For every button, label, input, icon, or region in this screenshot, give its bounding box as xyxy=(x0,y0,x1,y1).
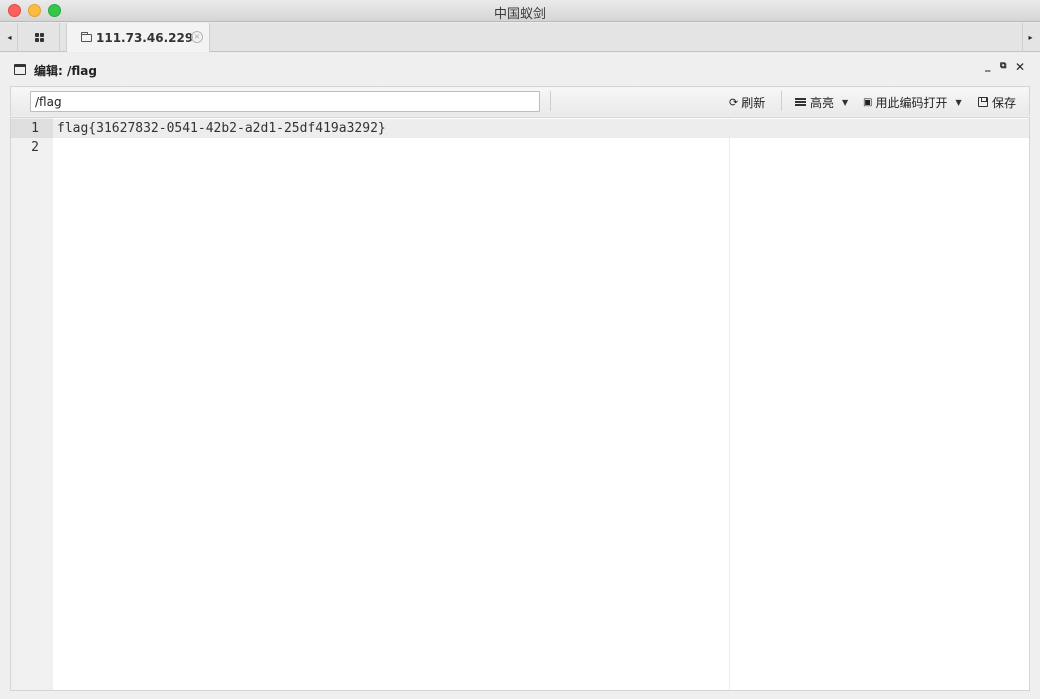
toolbar-divider xyxy=(781,91,782,111)
print-margin xyxy=(729,118,730,690)
save-button[interactable]: 保存 xyxy=(978,94,1016,110)
line-number: 1 xyxy=(11,119,53,138)
folder-icon xyxy=(81,32,92,42)
tab-scroll-right-button[interactable]: ▸ xyxy=(1022,23,1038,52)
window-titlebar: 中国蚁剑 xyxy=(0,0,1040,22)
editor-toolbar: ⟳ 刷新 高亮 ▼ ▣ 用此编码打开 ▼ 保存 xyxy=(10,86,1030,116)
refresh-label: 刷新 xyxy=(741,95,766,110)
highlight-label: 高亮 xyxy=(810,95,835,110)
code-line[interactable]: 2 xyxy=(11,138,1029,157)
encoding-icon: ▣ xyxy=(863,96,873,108)
tab-host-label: 111.73.46.229 xyxy=(96,30,194,45)
editor-panel-header: 编辑: /flag _ ⧉ ✕ xyxy=(0,53,1040,85)
panel-close-button[interactable]: ✕ xyxy=(1015,60,1025,74)
chevron-down-icon: ▼ xyxy=(955,97,962,107)
highlight-button[interactable]: 高亮 ▼ xyxy=(795,94,848,110)
tab-home-grid[interactable] xyxy=(20,23,60,51)
tab-host[interactable]: 111.73.46.229 × xyxy=(66,23,210,52)
line-number-gutter xyxy=(11,118,53,690)
panel-restore-button[interactable]: ⧉ xyxy=(1000,61,1006,71)
refresh-icon: ⟳ xyxy=(729,95,739,109)
panel-minimize-button[interactable]: _ xyxy=(985,59,991,72)
encoding-label: 用此编码打开 xyxy=(875,95,948,110)
open-with-encoding-button[interactable]: ▣ 用此编码打开 ▼ xyxy=(863,94,962,110)
tab-strip: ◂ 111.73.46.229 × ▸ xyxy=(0,23,1040,52)
window-icon xyxy=(14,64,26,75)
path-input[interactable] xyxy=(30,91,540,112)
list-icon xyxy=(795,98,806,106)
window-title: 中国蚁剑 xyxy=(493,7,546,22)
toolbar-divider xyxy=(550,91,551,111)
tab-scroll-left-button[interactable]: ◂ xyxy=(2,23,18,52)
tab-close-icon[interactable]: × xyxy=(191,31,203,43)
editor-panel-title: 编辑: /flag xyxy=(34,64,97,78)
refresh-button[interactable]: ⟳ 刷新 xyxy=(729,94,765,110)
code-line[interactable]: 1 flag{31627832-0541-42b2-a2d1-25df419a3… xyxy=(11,119,1029,138)
editor-panel: 编辑: /flag _ ⧉ ✕ ⟳ 刷新 高亮 ▼ ▣ 用此编码打开 ▼ 保存 xyxy=(0,53,1040,699)
save-icon xyxy=(978,97,988,107)
chevron-down-icon: ▼ xyxy=(842,97,849,107)
save-label: 保存 xyxy=(992,95,1017,110)
grid-icon xyxy=(35,32,44,42)
line-text: flag{31627832-0541-42b2-a2d1-25df419a329… xyxy=(57,121,386,136)
line-number: 2 xyxy=(31,140,39,155)
code-editor[interactable]: 1 flag{31627832-0541-42b2-a2d1-25df419a3… xyxy=(10,117,1030,691)
